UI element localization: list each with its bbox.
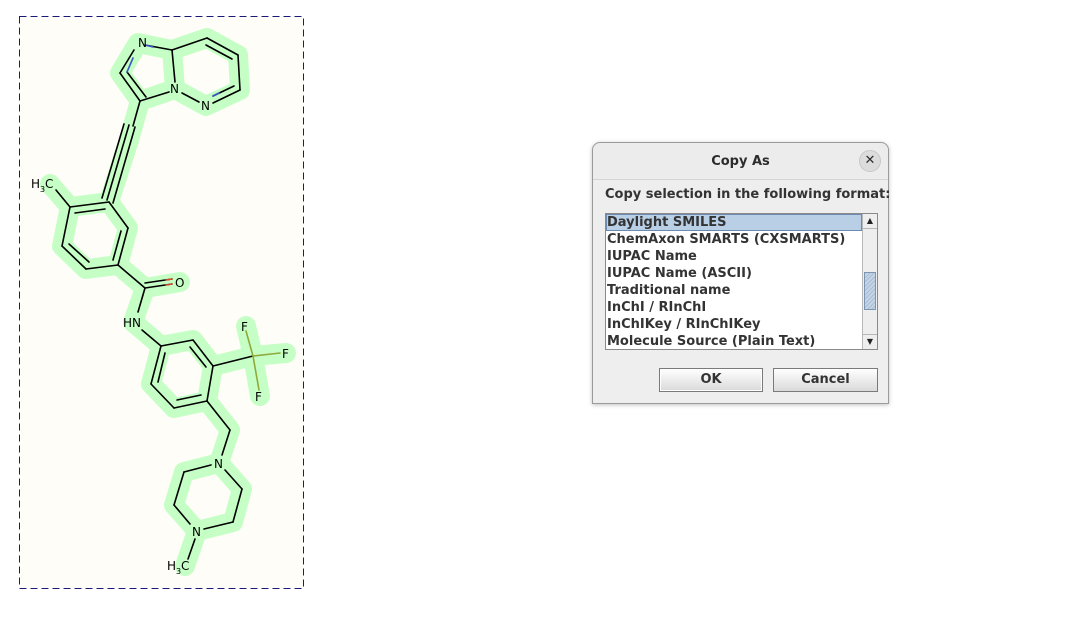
atom-methyl-aryl-h: H	[31, 177, 40, 191]
format-item-iupac-name-ascii[interactable]: IUPAC Name (ASCII)	[606, 265, 862, 282]
format-list[interactable]: Daylight SMILES ChemAxon SMARTS (CXSMART…	[605, 213, 878, 350]
format-list-scrollbar[interactable]: ▲ ▼	[862, 214, 877, 349]
atom-n-imidazole: N	[138, 36, 147, 50]
scroll-thumb[interactable]	[864, 272, 876, 310]
atom-pip-n2: N	[192, 525, 201, 539]
cancel-button[interactable]: Cancel	[773, 368, 878, 392]
molecule-canvas[interactable]: N N N H 3 C O HN F F F N N H 3 C	[0, 0, 1070, 621]
atom-methyl-aryl-c: C	[45, 177, 53, 191]
atom-amide-n: HN	[123, 316, 141, 330]
ok-button[interactable]: OK	[659, 368, 763, 392]
format-item-molecule-source[interactable]: Molecule Source (Plain Text)	[606, 333, 862, 349]
format-item-traditional-name[interactable]: Traditional name	[606, 282, 862, 299]
close-icon: ✕	[864, 153, 876, 168]
atom-methyl-pip-h: H	[167, 559, 176, 573]
format-list-items: Daylight SMILES ChemAxon SMARTS (CXSMART…	[606, 214, 862, 349]
scroll-down-button[interactable]: ▼	[863, 334, 877, 349]
format-item-daylight-smiles[interactable]: Daylight SMILES	[606, 214, 862, 231]
arrow-down-icon: ▼	[866, 337, 874, 346]
format-item-inchikey[interactable]: InChIKey / RInChIKey	[606, 316, 862, 333]
atom-n-bridge: N	[170, 82, 179, 96]
atom-f2: F	[282, 347, 289, 361]
atom-n-pyridazine: N	[201, 99, 210, 113]
arrow-up-icon: ▲	[866, 216, 874, 225]
atom-carbonyl-o: O	[175, 276, 184, 290]
atom-f1: F	[241, 320, 248, 334]
close-button[interactable]: ✕	[859, 150, 881, 172]
format-item-iupac-name[interactable]: IUPAC Name	[606, 248, 862, 265]
atom-methyl-pip-c: C	[181, 559, 189, 573]
atom-f3: F	[255, 390, 262, 404]
copy-as-dialog: Copy As ✕ Copy selection in the followin…	[592, 142, 891, 404]
atom-pip-n1: N	[214, 457, 223, 471]
format-prompt: Copy selection in the following format:	[605, 187, 891, 202]
scroll-up-button[interactable]: ▲	[863, 214, 877, 229]
format-item-chemaxon-smarts[interactable]: ChemAxon SMARTS (CXSMARTS)	[606, 231, 862, 248]
format-item-inchi[interactable]: InChI / RInChI	[606, 299, 862, 316]
dialog-title: Copy As	[711, 154, 770, 169]
